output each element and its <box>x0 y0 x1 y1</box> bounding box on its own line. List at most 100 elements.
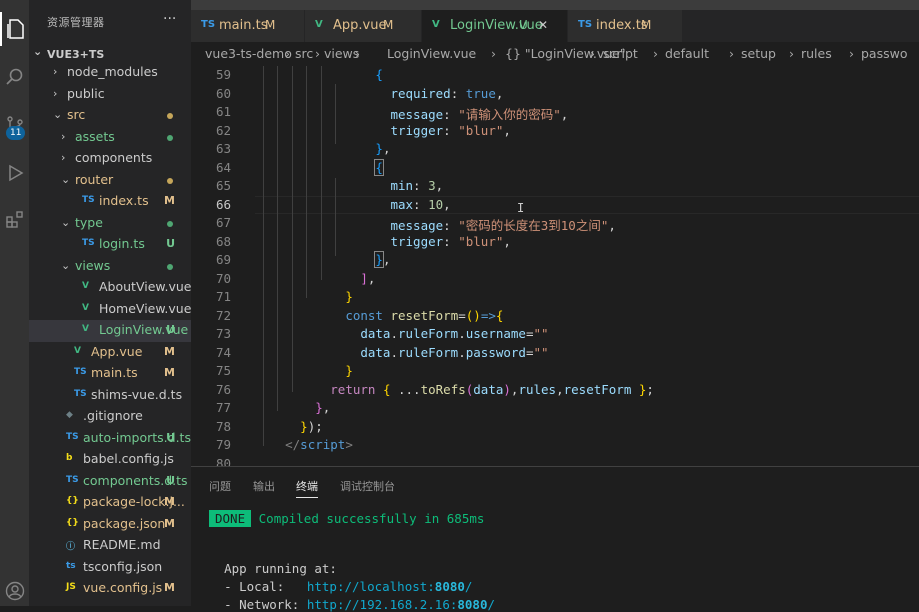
network-url[interactable]: http://192.168.2.16:8080/ <box>307 597 495 612</box>
tree-item[interactable]: › public <box>29 84 191 106</box>
extensions-icon[interactable] <box>0 202 29 236</box>
breadcrumb-item[interactable]: LoginView.vue <box>387 46 476 61</box>
network-url-suffix: / <box>487 597 496 612</box>
line-number: 72 <box>215 307 231 323</box>
file-type-icon: TS <box>82 238 95 248</box>
panel-tab[interactable]: 问题 <box>209 478 231 494</box>
code-line: max: 10, <box>390 196 451 212</box>
tree-item[interactable]: › node_modules <box>29 62 191 84</box>
local-url[interactable]: http://localhost:8080/ <box>307 579 473 594</box>
tab-main-ts[interactable]: TS main.ts M <box>191 10 305 42</box>
tree-item[interactable]: TS index.ts M <box>29 191 191 213</box>
panel-tab[interactable]: 终端 <box>296 478 318 498</box>
line-number: 78 <box>215 418 231 434</box>
file-type-icon: TS <box>578 19 593 30</box>
breadcrumb-item[interactable]: passwo <box>861 46 908 61</box>
file-type-icon: V <box>432 19 440 30</box>
chevron-right-icon: › <box>53 65 58 78</box>
network-url-prefix: http://192.168.2.16: <box>306 597 458 612</box>
account-icon[interactable] <box>0 574 29 608</box>
terminal-line: - Local: http://localhost:8080/ <box>209 579 472 594</box>
explorer-icon[interactable] <box>0 12 29 46</box>
tree-item[interactable]: ⌄ views <box>29 256 191 278</box>
chevron-right-icon: › <box>590 46 595 61</box>
run-debug-icon[interactable] <box>0 156 29 190</box>
file-type-icon: TS <box>66 431 79 442</box>
line-number: 75 <box>215 363 231 378</box>
git-status-badge: U <box>166 237 175 250</box>
tab-status: M <box>641 18 652 32</box>
breadcrumb-item[interactable]: src <box>295 46 313 61</box>
tree-item[interactable]: TS components.d.ts U <box>29 471 191 493</box>
close-icon[interactable]: ✕ <box>538 18 548 32</box>
tree-item[interactable]: TS login.ts U <box>29 234 191 256</box>
tree-item[interactable]: V App.vue M <box>29 342 191 364</box>
code-line: trigger: "blur", <box>390 122 511 138</box>
tree-item[interactable]: b babel.config.js <box>29 449 191 471</box>
done-badge: DONE <box>209 510 252 527</box>
tree-item[interactable]: V AboutView.vue <box>29 277 191 299</box>
line-number: 80 <box>215 455 231 467</box>
tree-item[interactable]: › assets <box>29 127 191 149</box>
git-status-badge: M <box>164 194 175 207</box>
breadcrumb-item[interactable]: vue3-ts-demo <box>205 46 292 61</box>
file-type-icon: V <box>315 19 323 30</box>
breadcrumb-item[interactable]: script <box>603 46 638 61</box>
code-editor[interactable]: 59 60 61 62 63 64 65 66 67 68 69 70 71 72 73 74 75 76 77 78… <box>191 66 919 466</box>
breadcrumb-item[interactable]: setup <box>741 46 776 61</box>
file-type-icon: V <box>82 302 89 313</box>
search-icon[interactable] <box>0 60 29 94</box>
terminal-line: App running at: <box>209 561 337 576</box>
tab-loginview-vue[interactable]: V LoginView.vue U ✕ <box>422 10 568 42</box>
tree-item[interactable]: ⌄ router <box>29 170 191 192</box>
code-line: { <box>374 158 384 176</box>
tree-item[interactable]: {} package.json M <box>29 514 191 536</box>
tree-item[interactable]: V LoginView.vue U <box>29 320 191 342</box>
workspace-root-label: VUE3+TS <box>47 48 105 61</box>
workspace-root[interactable]: ⌄ VUE3+TS <box>29 44 191 64</box>
panel-tab[interactable]: 调试控制台 <box>340 478 395 494</box>
tree-item[interactable]: {} package-lock.j... M <box>29 492 191 514</box>
tree-item[interactable]: ⌄ src <box>29 105 191 127</box>
line-number: 71 <box>215 289 231 304</box>
local-label: - Local: <box>224 579 307 594</box>
git-status-badge: U <box>166 430 175 444</box>
breadcrumb-item[interactable]: views <box>324 46 359 61</box>
tree-item-label: tsconfig.json <box>83 558 163 574</box>
git-status-dot <box>167 177 173 184</box>
more-actions-button[interactable]: ··· <box>163 11 176 27</box>
git-status-badge: U <box>166 323 175 336</box>
tab-index-ts[interactable]: TS index.ts M <box>568 10 683 42</box>
line-number: 61 <box>215 104 231 119</box>
tree-item[interactable]: V HomeView.vue <box>29 299 191 321</box>
tree-item[interactable]: ⓘ README.md <box>29 535 191 557</box>
tree-item[interactable]: TS auto-imports.d.ts U <box>29 428 191 450</box>
tree-item[interactable]: › components <box>29 148 191 170</box>
line-number: 79 <box>215 437 231 452</box>
line-number: 66 <box>215 196 231 212</box>
tree-item[interactable]: ⌄ type <box>29 213 191 235</box>
tab-app-vue[interactable]: V App.vue M <box>305 10 422 42</box>
tree-item[interactable]: ts tsconfig.json <box>29 557 191 579</box>
git-status-badge: M <box>164 495 175 508</box>
tree-item[interactable]: TS main.ts M <box>29 363 191 385</box>
breadcrumb-item[interactable]: rules <box>801 46 832 61</box>
tree-item-label: router <box>75 171 114 187</box>
title-bar-strip <box>191 0 919 10</box>
chevron-right-icon: › <box>61 129 66 143</box>
file-type-icon: TS <box>66 474 79 485</box>
line-number: 62 <box>215 122 231 138</box>
git-status-badge: M <box>164 344 175 358</box>
tree-item-label: type <box>75 214 103 230</box>
line-number: 74 <box>215 344 231 360</box>
line-number: 63 <box>215 141 231 156</box>
breadcrumb-item[interactable]: default <box>665 46 709 61</box>
panel-tab[interactable]: 输出 <box>253 478 275 494</box>
code-line: message: "密码的长度在3到10之间", <box>390 218 616 233</box>
explorer-title: 资源管理器 <box>47 16 105 29</box>
git-status-dot <box>167 134 173 141</box>
chevron-right-icon: › <box>491 46 496 61</box>
tree-item[interactable]: TS shims-vue.d.ts <box>29 385 191 407</box>
tree-item[interactable]: ◆ .gitignore <box>29 406 191 428</box>
tree-item[interactable]: JS vue.config.js M <box>29 578 191 600</box>
